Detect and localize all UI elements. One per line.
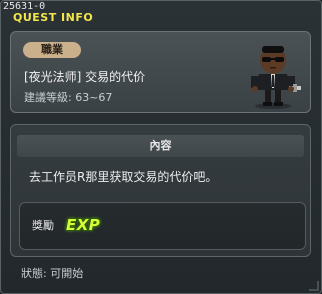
npc-portrait-icon	[251, 46, 301, 109]
content-header: 內容	[17, 135, 304, 157]
quest-content-panel: 內容 去工作员R那里获取交易的代价吧。 獎勵 EXP	[10, 124, 311, 257]
recommended-level: 建議等級: 63~67	[24, 91, 113, 104]
quest-info-window: 25631-0 QUEST INFO 職業 [夜光法师] 交易的代价 建議等級:…	[0, 0, 322, 294]
job-badge: 職業	[23, 42, 81, 58]
quest-header-panel: 職業 [夜光法师] 交易的代价 建議等級: 63~67	[10, 31, 311, 113]
reward-label: 獎勵	[32, 219, 54, 232]
quest-description: 去工作员R那里获取交易的代价吧。	[29, 170, 218, 184]
quest-name: [夜光法师] 交易的代价	[24, 70, 146, 84]
exp-reward-icon: EXP	[66, 216, 101, 234]
quest-status: 狀態: 可開始	[21, 267, 84, 280]
window-title: QUEST INFO	[13, 11, 94, 24]
reward-box: 獎勵 EXP	[19, 202, 306, 250]
resize-grip[interactable]	[309, 281, 319, 291]
